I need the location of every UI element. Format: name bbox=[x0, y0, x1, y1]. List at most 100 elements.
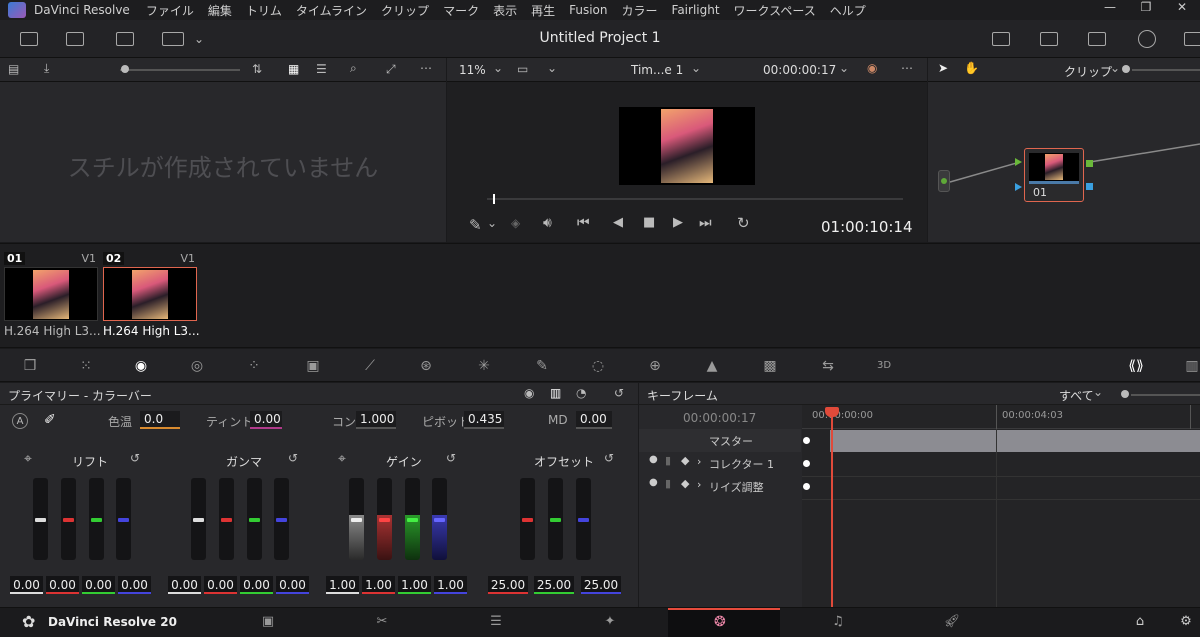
gamma-master-value[interactable]: 0.00 bbox=[168, 576, 201, 594]
gain-green-value[interactable]: 1.00 bbox=[398, 576, 431, 594]
keyframes-toggle-icon[interactable]: ⟪⟫ bbox=[1126, 357, 1146, 375]
gamma-blue-value[interactable]: 0.00 bbox=[276, 576, 309, 594]
keyframe-dot[interactable] bbox=[803, 483, 810, 490]
log-mode-icon[interactable]: ◔ bbox=[576, 386, 586, 400]
lift-red-slider[interactable] bbox=[61, 478, 76, 560]
reset-icon[interactable]: ↺ bbox=[130, 451, 140, 465]
zoom-level[interactable]: 11% bbox=[459, 63, 486, 77]
tracker-icon[interactable]: ⊕ bbox=[645, 357, 665, 375]
lift-blue-value[interactable]: 0.00 bbox=[118, 576, 151, 594]
visibility-dot-icon[interactable]: ● bbox=[649, 454, 658, 465]
motion-effects-icon[interactable]: ▣ bbox=[303, 357, 323, 375]
wheels-mode-icon[interactable]: ◉ bbox=[524, 386, 534, 400]
rgb-mixer-icon[interactable]: ⁘ bbox=[244, 357, 264, 375]
fullscreen-icon[interactable]: ⤢ bbox=[386, 62, 396, 77]
keyframes-filter[interactable]: すべて bbox=[1059, 387, 1094, 404]
visibility-dot-icon[interactable]: ● bbox=[649, 477, 658, 488]
pointer-tool-icon[interactable]: ➤ bbox=[938, 61, 948, 75]
play-icon[interactable]: ▶ bbox=[673, 215, 683, 230]
grid-view-icon[interactable]: ▦ bbox=[288, 62, 299, 76]
color-warper-icon[interactable]: ⊛ bbox=[416, 357, 436, 375]
cut-page-icon[interactable]: ✂ bbox=[372, 614, 392, 630]
keyframe-zoom-slider[interactable] bbox=[1131, 394, 1200, 396]
lock-icon[interactable]: ▮ bbox=[665, 454, 671, 467]
maximize-button[interactable]: ❐ bbox=[1128, 0, 1164, 14]
keyframe-timeline[interactable]: 00:00:00:00 00:00:04:03 bbox=[802, 405, 1200, 607]
gain-green-slider[interactable] bbox=[405, 478, 420, 560]
node-editor-icon[interactable] bbox=[1088, 32, 1106, 46]
reset-icon[interactable]: ↺ bbox=[288, 451, 298, 465]
layers-icon[interactable]: ◈ bbox=[511, 216, 520, 230]
scrubber-track[interactable] bbox=[487, 198, 903, 200]
share-icon[interactable] bbox=[992, 32, 1010, 46]
md-value[interactable]: 0.00 bbox=[576, 411, 612, 429]
chevron-down-icon[interactable]: ⌄ bbox=[1093, 385, 1103, 399]
chevron-down-icon[interactable]: ⌄ bbox=[691, 61, 701, 75]
gain-master-value[interactable]: 1.00 bbox=[326, 576, 359, 594]
expand-chevron-icon[interactable]: › bbox=[697, 455, 701, 468]
menu-help[interactable]: ヘルプ bbox=[830, 2, 866, 19]
offset-green-value[interactable]: 25.00 bbox=[534, 576, 574, 594]
thumbnail-size-slider[interactable] bbox=[120, 69, 240, 71]
blur-icon[interactable]: ▩ bbox=[760, 357, 780, 375]
lift-green-value[interactable]: 0.00 bbox=[82, 576, 115, 594]
menu-color[interactable]: カラー bbox=[622, 2, 658, 19]
kf-row-master[interactable]: マスター bbox=[639, 429, 801, 452]
color-match-icon[interactable]: ⁙ bbox=[76, 357, 96, 375]
clip-thumbnail[interactable] bbox=[4, 267, 98, 321]
effects-fx-icon[interactable] bbox=[1138, 30, 1156, 48]
volume-icon[interactable]: 🔊︎ bbox=[543, 215, 552, 231]
gain-red-slider[interactable] bbox=[377, 478, 392, 560]
menu-timeline[interactable]: タイムライン bbox=[296, 2, 367, 19]
offset-blue-value[interactable]: 25.00 bbox=[581, 576, 621, 594]
gamma-master-slider[interactable] bbox=[191, 478, 206, 560]
reset-icon[interactable]: ↺ bbox=[614, 386, 624, 400]
clip-thumbnail[interactable] bbox=[103, 267, 197, 321]
menu-playback[interactable]: 再生 bbox=[531, 2, 555, 19]
offset-red-slider[interactable] bbox=[520, 478, 535, 560]
diamond-icon[interactable]: ◆ bbox=[681, 477, 689, 490]
lift-green-slider[interactable] bbox=[89, 478, 104, 560]
menu-workspace[interactable]: ワークスペース bbox=[734, 2, 816, 19]
download-icon[interactable]: ⤓ bbox=[44, 61, 49, 76]
viewer-mode-icon[interactable]: ▭ bbox=[517, 62, 528, 76]
node-zoom-slider[interactable] bbox=[1132, 69, 1200, 71]
timeline-name[interactable]: Tim...e 1 bbox=[631, 63, 683, 77]
list-view-icon[interactable]: ☰ bbox=[316, 62, 327, 76]
gain-blue-value[interactable]: 1.00 bbox=[434, 576, 467, 594]
fusion-page-icon[interactable]: ✦ bbox=[600, 614, 620, 630]
menu-file[interactable]: ファイル bbox=[146, 2, 194, 19]
qualifier-icon[interactable]: ✎ bbox=[532, 357, 552, 375]
menu-view[interactable]: 表示 bbox=[493, 2, 517, 19]
chevron-down-icon[interactable]: ⌄ bbox=[839, 61, 849, 75]
primaries-wheels-icon[interactable]: ◉ bbox=[131, 357, 151, 375]
corrector-node-01[interactable]: 01 bbox=[1024, 148, 1084, 202]
node-mode-dropdown[interactable]: クリップ bbox=[1064, 63, 1112, 80]
deliver-page-icon[interactable]: 🚀︎ bbox=[942, 614, 962, 630]
lock-icon[interactable]: ▮ bbox=[665, 477, 671, 490]
menu-trim[interactable]: トリム bbox=[246, 2, 282, 19]
media-page-icon[interactable]: ▣ bbox=[258, 614, 278, 630]
sidebar-toggle-icon[interactable]: ▤ bbox=[8, 62, 19, 76]
offset-blue-slider[interactable] bbox=[576, 478, 591, 560]
lift-red-value[interactable]: 0.00 bbox=[46, 576, 79, 594]
color-warper-mesh-icon[interactable]: ✳ bbox=[474, 357, 494, 375]
offset-green-slider[interactable] bbox=[548, 478, 563, 560]
color-picker-mode-icon[interactable]: ◉ bbox=[867, 61, 877, 75]
node-zoom-knob[interactable] bbox=[1122, 65, 1130, 73]
gain-blue-slider[interactable] bbox=[432, 478, 447, 560]
reset-icon[interactable]: ↺ bbox=[604, 451, 614, 465]
gain-red-value[interactable]: 1.00 bbox=[362, 576, 395, 594]
skip-to-end-icon[interactable]: ⏭︎ bbox=[699, 215, 712, 231]
gamma-red-value[interactable]: 0.00 bbox=[204, 576, 237, 594]
window-icon[interactable]: ◌ bbox=[588, 357, 608, 375]
keyframe-dot[interactable] bbox=[803, 460, 810, 467]
lift-master-slider[interactable] bbox=[33, 478, 48, 560]
close-button[interactable]: ✕ bbox=[1164, 0, 1200, 14]
playhead-marker[interactable] bbox=[825, 407, 839, 417]
picker-icon[interactable]: ✐ bbox=[44, 412, 56, 428]
chevron-down-icon[interactable]: ⌄ bbox=[487, 216, 497, 230]
gain-master-slider[interactable] bbox=[349, 478, 364, 560]
gamma-green-value[interactable]: 0.00 bbox=[240, 576, 273, 594]
menu-fairlight[interactable]: Fairlight bbox=[672, 3, 720, 17]
